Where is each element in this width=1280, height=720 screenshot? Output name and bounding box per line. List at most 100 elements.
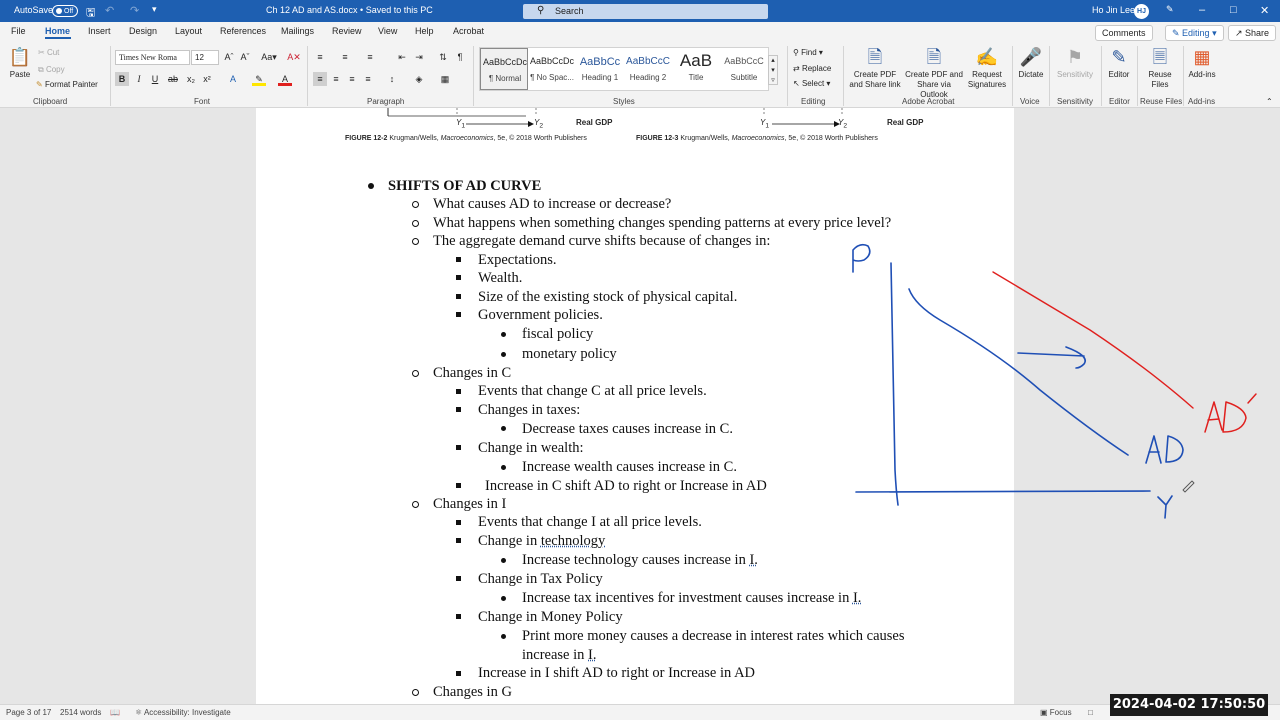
editing-mode-button[interactable]: ✎ Editing ▾: [1165, 25, 1224, 41]
page-indicator[interactable]: Page 3 of 17: [6, 708, 51, 717]
reuse-files-icon: 🗏: [1152, 47, 1168, 67]
format-painter-button[interactable]: ✎ Format Painter: [36, 80, 98, 89]
grow-font-icon[interactable]: Aˆ: [222, 50, 236, 64]
style-normal[interactable]: AaBbCcDc ¶ Normal: [480, 48, 528, 90]
font-name-select[interactable]: Times New Roma: [115, 50, 190, 65]
search-box[interactable]: ⚲ Search: [523, 4, 768, 19]
tab-help[interactable]: Help: [415, 26, 434, 36]
create-pdf-outlook-button[interactable]: 🗎 Create PDF and Share via Outlook: [903, 46, 965, 100]
decrease-indent-icon[interactable]: ⇤: [395, 50, 409, 64]
dictate-button[interactable]: 🎤 Dictate: [1016, 46, 1046, 80]
borders-icon[interactable]: ▦: [438, 72, 452, 86]
copy-button[interactable]: ⧉ Copy: [38, 65, 65, 75]
numbering-icon[interactable]: ≡: [338, 50, 352, 64]
paste-button[interactable]: 📋 Paste: [8, 46, 32, 80]
find-button[interactable]: ⚲ Find ▾: [793, 48, 823, 57]
user-name[interactable]: Ho Jin Lee: [1092, 5, 1135, 15]
document-page[interactable]: Y1 Y2 Real GDP Y1 Y2 Real GDP FIGURE 12-…: [256, 108, 1014, 704]
redo-icon[interactable]: ↷: [130, 4, 139, 17]
style-subtitle[interactable]: AaBbCcC Subtitle: [720, 48, 768, 90]
justify-icon[interactable]: ≡: [361, 72, 375, 86]
cut-button[interactable]: ✂ Cut: [38, 48, 59, 57]
replace-label: Replace: [801, 64, 832, 73]
italic-icon[interactable]: I: [132, 72, 146, 86]
style-heading-1[interactable]: AaBbCc Heading 1: [576, 48, 624, 90]
tab-mailings[interactable]: Mailings: [281, 26, 314, 36]
replace-button[interactable]: ⇄ Replace: [793, 64, 831, 73]
paste-label: Paste: [9, 70, 31, 79]
tab-acrobat[interactable]: Acrobat: [453, 26, 484, 36]
share-button[interactable]: ↗ Share: [1228, 25, 1277, 41]
undo-icon[interactable]: ↶: [105, 4, 114, 17]
font-size-select[interactable]: 12: [191, 50, 219, 65]
show-marks-icon[interactable]: ¶: [453, 50, 467, 64]
change-case-icon[interactable]: Aa▾: [259, 50, 279, 64]
create-pdf-share-link-button[interactable]: 🗎 Create PDF and Share link: [848, 46, 902, 90]
sensitivity-button[interactable]: ⚑ Sensitivity: [1053, 46, 1097, 80]
customize-icon[interactable]: ▾: [152, 4, 157, 15]
minimize-icon[interactable]: –: [1199, 4, 1205, 16]
align-left-icon[interactable]: ≡: [313, 72, 327, 86]
tab-view[interactable]: View: [378, 26, 397, 36]
timestamp-overlay: 2024-04-02 17:50:50: [1110, 694, 1268, 716]
maximize-icon[interactable]: □: [1230, 4, 1237, 16]
multilevel-list-icon[interactable]: ≡: [363, 50, 377, 64]
increase-indent-icon[interactable]: ⇥: [412, 50, 426, 64]
line-spacing-icon[interactable]: ↕: [385, 72, 399, 86]
font-color-icon[interactable]: A: [278, 72, 292, 86]
style-no-spacing[interactable]: AaBbCcDc ¶ No Spac...: [528, 48, 576, 90]
request-signatures-button[interactable]: ✍ Request Signatures: [966, 46, 1008, 90]
save-icon[interactable]: 🖫: [86, 4, 95, 23]
clear-format-icon[interactable]: A✕: [287, 50, 301, 64]
avatar[interactable]: HJ: [1134, 4, 1149, 19]
style-title[interactable]: AaB Title: [672, 48, 720, 90]
tab-home[interactable]: Home: [45, 26, 70, 36]
focus-mode-button[interactable]: ▣ Focus: [1040, 708, 1072, 717]
collapse-ribbon-icon[interactable]: ⌃: [1266, 97, 1273, 106]
read-mode-icon[interactable]: □: [1088, 708, 1093, 717]
align-center-icon[interactable]: ≡: [329, 72, 343, 86]
styles-more-icon[interactable]: ▴ ▾ ▿: [768, 55, 778, 85]
spellcheck-word[interactable]: I.: [588, 647, 596, 663]
tab-references[interactable]: References: [220, 26, 266, 36]
close-icon[interactable]: ✕: [1260, 4, 1269, 17]
spellcheck-word[interactable]: I.: [749, 552, 757, 568]
word-count[interactable]: 2514 words: [60, 708, 101, 717]
align-right-icon[interactable]: ≡: [345, 72, 359, 86]
pen-icon[interactable]: ✎: [1166, 4, 1174, 15]
proofing-icon[interactable]: 📖: [110, 708, 120, 717]
text-effects-icon[interactable]: A: [226, 72, 240, 86]
tab-layout[interactable]: Layout: [175, 26, 202, 36]
style-heading-2[interactable]: AaBbCcC Heading 2: [624, 48, 672, 90]
select-button[interactable]: ↖ Select ▾: [793, 79, 830, 88]
comments-label: Comments: [1102, 28, 1146, 38]
reuse-files-group-label: Reuse Files: [1140, 97, 1183, 106]
strikethrough-icon[interactable]: ab: [166, 72, 180, 86]
comments-button[interactable]: Comments: [1095, 25, 1153, 41]
bullets-icon[interactable]: ≡: [313, 50, 327, 64]
subscript-icon[interactable]: x₂: [184, 72, 198, 86]
fig-left-axis-label: Real GDP: [576, 118, 613, 127]
fig-left-src: Krugman/Wells,: [389, 135, 439, 142]
add-ins-button[interactable]: ▦ Add-ins: [1187, 46, 1217, 80]
autosave-toggle[interactable]: Off: [52, 5, 78, 17]
tab-file[interactable]: File: [11, 26, 26, 36]
reuse-files-button[interactable]: 🗏 Reuse Files: [1141, 46, 1179, 90]
underline-icon[interactable]: U: [148, 72, 162, 86]
bold-icon[interactable]: B: [115, 72, 129, 86]
shading-icon[interactable]: ◈: [412, 72, 426, 86]
tab-insert[interactable]: Insert: [88, 26, 111, 36]
superscript-icon[interactable]: x²: [200, 72, 214, 86]
shrink-font-icon[interactable]: Aˇ: [238, 50, 252, 64]
format-painter-label: Format Painter: [44, 80, 98, 89]
list-item: Change in wealth:: [478, 440, 584, 456]
tab-review[interactable]: Review: [332, 26, 362, 36]
spellcheck-word[interactable]: I.: [853, 590, 861, 606]
accessibility-status[interactable]: ⚛ Accessibility: Investigate: [135, 708, 231, 717]
spellcheck-word[interactable]: technology: [541, 533, 605, 549]
search-icon: ⚲: [793, 48, 799, 57]
sort-icon[interactable]: ⇅: [436, 50, 450, 64]
editor-button[interactable]: ✎ Editor: [1105, 46, 1133, 80]
tab-design[interactable]: Design: [129, 26, 157, 36]
highlight-icon[interactable]: ✎: [252, 72, 266, 86]
